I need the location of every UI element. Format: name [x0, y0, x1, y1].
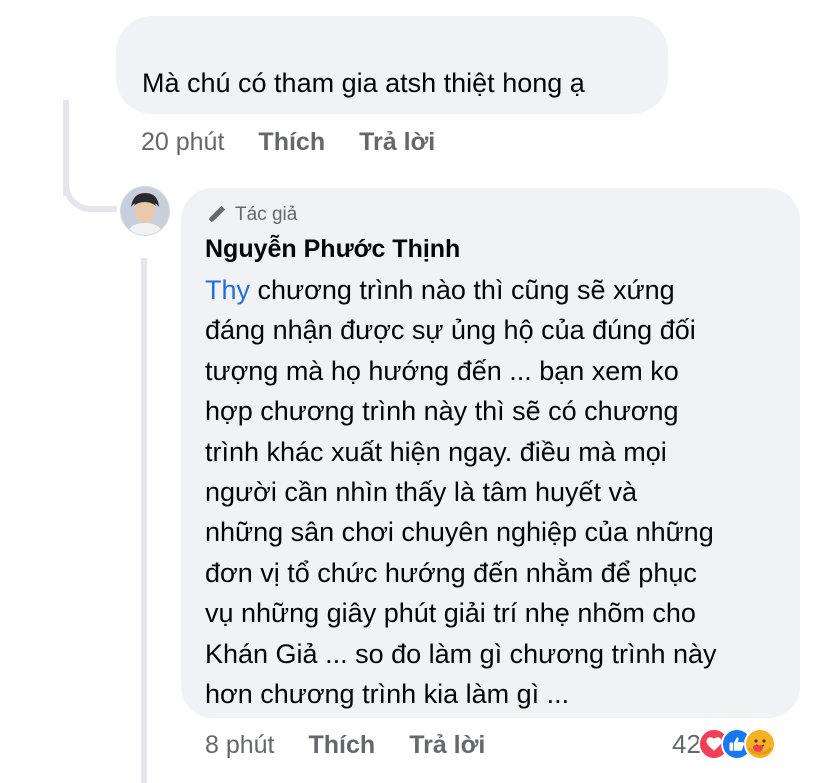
reply-actions: 8 phút Thích Trả lời [205, 731, 485, 760]
reply-line: tượng mà họ hướng đến ... bạn xem ko [205, 355, 679, 386]
author-badge: Tác giả [205, 204, 297, 226]
reply-line: đáng nhận được sự ủng hộ của đúng đối [205, 315, 696, 346]
reply-line: vụ những giây phút giải trí nhẹ nhõm cho [205, 598, 696, 629]
avatar[interactable] [120, 186, 170, 236]
reply-line: trình khác xuất hiện ngay. điều mà mọi [205, 436, 667, 467]
reply-time[interactable]: 8 phút [205, 731, 275, 759]
reaction-count: 42 [672, 728, 701, 759]
comment-time[interactable]: 20 phút [141, 128, 224, 156]
reply-line: những sân chơi chuyên nghiệp của những [205, 517, 714, 548]
pencil-icon [207, 205, 226, 224]
care-icon [743, 728, 776, 760]
reply-button[interactable]: Trả lời [359, 128, 435, 156]
like-button[interactable]: Thích [309, 731, 376, 759]
reply-line: người cần nhìn thấy là tâm huyết và [205, 477, 638, 508]
mention-link[interactable]: Thy [205, 275, 250, 305]
comment-text: Mà chú có tham gia atsh thiệt hong ạ [142, 68, 585, 98]
reaction-summary[interactable]: 42 [672, 728, 776, 760]
author-badge-label: Tác giả [235, 204, 298, 225]
avatar-photo [121, 187, 169, 235]
reply-thread-line [141, 258, 147, 783]
reply-line: đơn vị tổ chức hướng đến nhằm để phục [205, 557, 697, 588]
reply-line: hơn chương trình kia làm gì ... [205, 679, 570, 710]
reply-line: Thy chương trình nào thì cũng sẽ xứng [205, 275, 675, 305]
reply-bubble: Tác giả Nguyễn Phước Thịnh Thy chương tr… [181, 188, 800, 718]
reply-button[interactable]: Trả lời [409, 731, 485, 759]
like-button[interactable]: Thích [258, 128, 325, 156]
reply-line: Khán Giả ... so đo làm gì chương trình n… [205, 638, 717, 669]
comment-bubble: Mà chú có tham gia atsh thiệt hong ạ [116, 16, 668, 114]
reply-text: Thy chương trình nào thì cũng sẽ xứng đá… [205, 270, 795, 714]
comment-actions: 20 phút Thích Trả lời [141, 128, 435, 157]
thread-connector [63, 176, 117, 212]
reply-line: hợp chương trình này thì sẽ có chương [205, 396, 679, 427]
author-name[interactable]: Nguyễn Phước Thịnh [205, 235, 460, 264]
